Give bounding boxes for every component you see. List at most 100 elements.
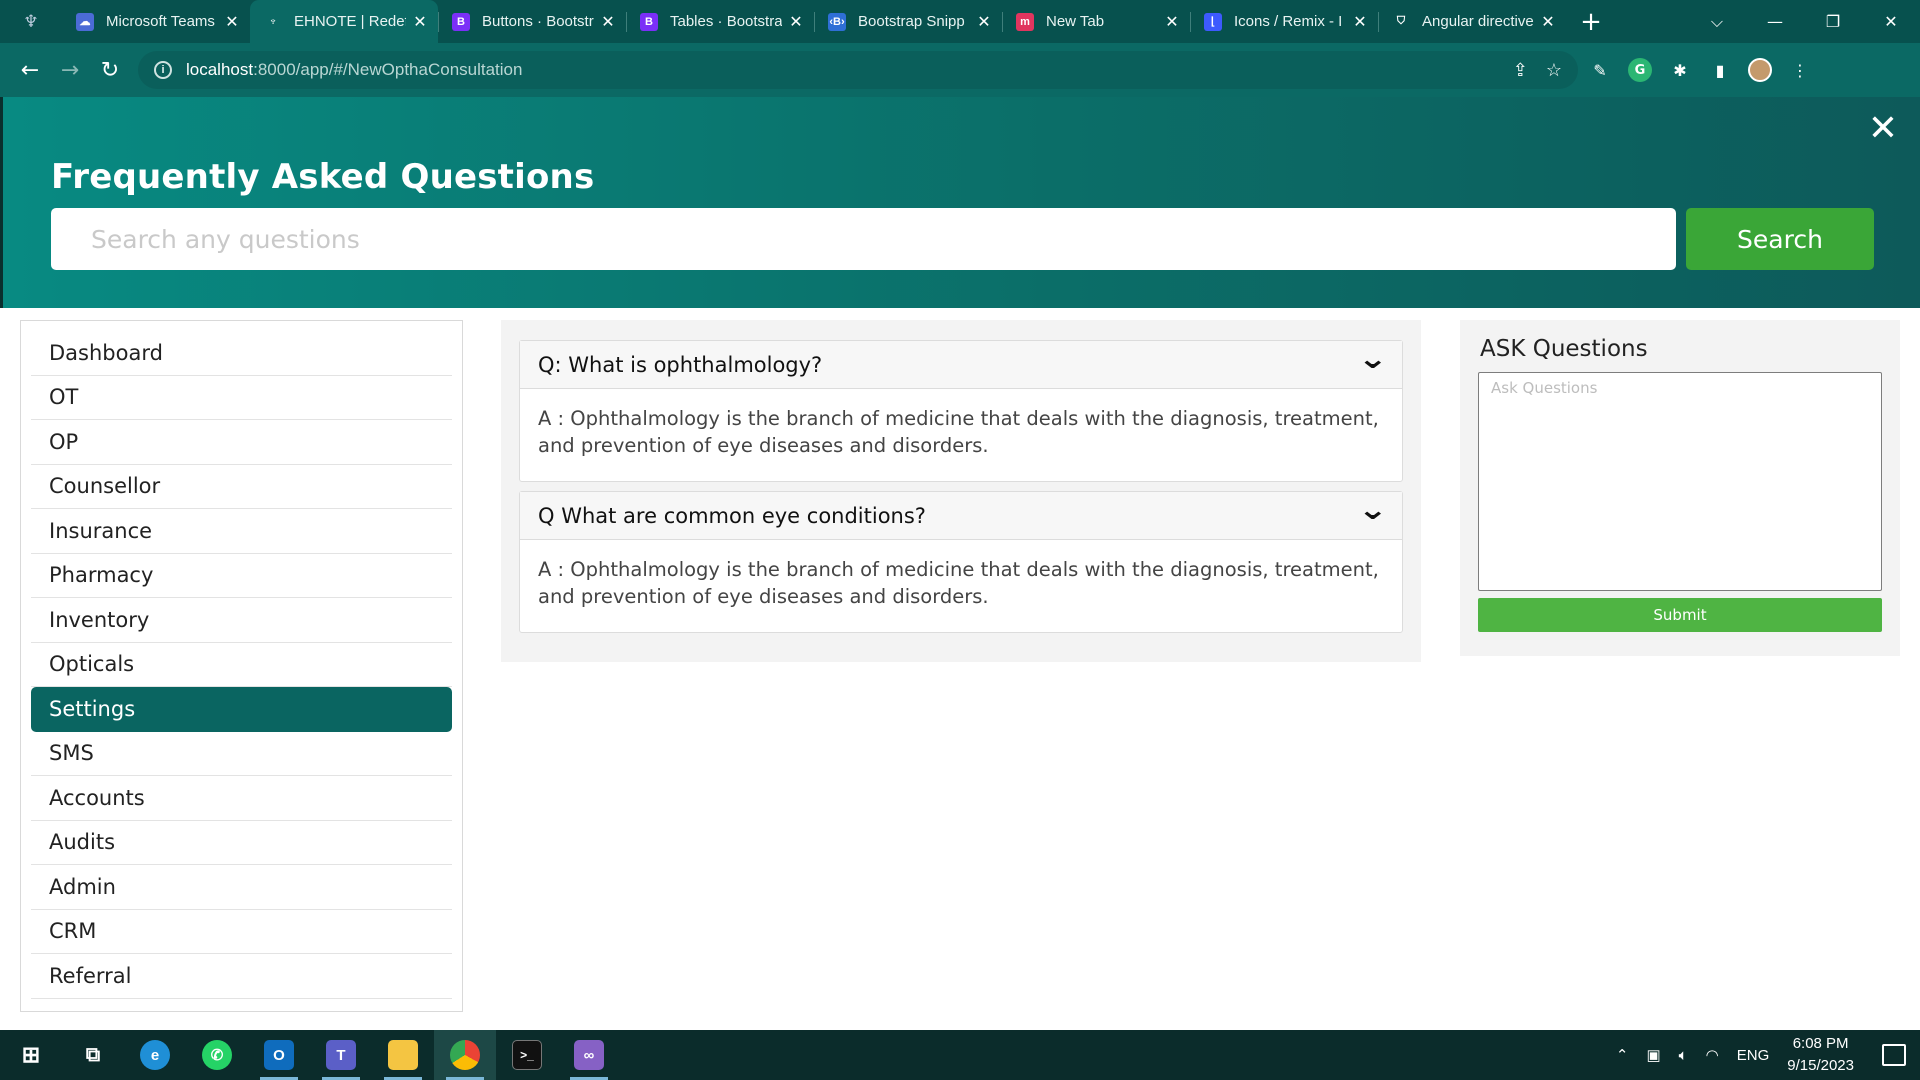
sidebar-item-pharmacy[interactable]: Pharmacy	[31, 554, 452, 598]
search-input[interactable]	[51, 208, 1676, 270]
sidebar-item-opticals[interactable]: Opticals	[31, 643, 452, 687]
browser-tab-title: Tables · Bootstra	[670, 13, 782, 30]
browser-tab[interactable]: ♆ EHNOTE | Redefi ✕	[250, 0, 438, 43]
grammarly-extension-icon[interactable]: G	[1628, 58, 1652, 82]
close-tab-icon[interactable]: ✕	[1164, 12, 1180, 31]
terminal-icon: >_	[512, 1040, 542, 1070]
browser-tab[interactable]: ⌊ Icons / Remix - I ✕	[1190, 0, 1378, 43]
submit-button[interactable]: Submit	[1478, 598, 1882, 632]
url-host: localhost	[186, 60, 254, 79]
task-view-icon: ⧉	[85, 1043, 101, 1066]
reload-button[interactable]: ↻	[90, 50, 130, 90]
browser-tab-title: Icons / Remix - I	[1234, 13, 1343, 30]
close-tab-icon[interactable]: ✕	[1540, 12, 1556, 31]
browser-tab[interactable]: ‹B› Bootstrap Snipp ✕	[814, 0, 1002, 43]
share-icon[interactable]: ⇪	[1513, 60, 1528, 81]
chevron-down-icon[interactable]: ⌄	[1357, 495, 1388, 523]
forward-button[interactable]: →	[50, 50, 90, 90]
taskbar-outlook[interactable]: O	[248, 1030, 310, 1080]
sidebar-item-counsellor[interactable]: Counsellor	[31, 465, 452, 509]
close-window-button[interactable]: ✕	[1862, 12, 1920, 31]
clock-date: 9/15/2023	[1787, 1057, 1854, 1074]
taskbar-edge[interactable]: e	[124, 1030, 186, 1080]
taskbar-visual-studio[interactable]: ∞	[558, 1030, 620, 1080]
sidebar-item-admin[interactable]: Admin	[31, 865, 452, 910]
sidebar-item-insurance[interactable]: Insurance	[31, 509, 452, 554]
edge-icon: e	[140, 1040, 170, 1070]
angular-icon: ⛉	[1396, 15, 1406, 27]
bookmark-star-icon[interactable]: ☆	[1546, 60, 1562, 81]
close-icon[interactable]: ✕	[1868, 111, 1898, 147]
close-tab-icon[interactable]: ✕	[600, 12, 616, 31]
wifi-icon[interactable]: ◠	[1706, 1046, 1719, 1064]
browser-tab-title: EHNOTE | Redefi	[294, 13, 406, 30]
sidebar-item-op[interactable]: OP	[31, 420, 452, 465]
browser-tab[interactable]: B Buttons · Bootstr ✕	[438, 0, 626, 43]
system-tray: ⌃ ▣ 🔈︎ ◠ ENG 6:08 PM 9/15/2023	[1616, 1033, 1920, 1077]
faq-header: ✕ Frequently Asked Questions Search	[0, 97, 1920, 308]
sidebar-item-sms[interactable]: SMS	[31, 732, 452, 776]
visual-studio-icon: ∞	[574, 1040, 604, 1070]
browser-toolbar: ← → ↻ i localhost:8000/app/#/NewOpthaCon…	[0, 43, 1920, 97]
sidebar-item-audits[interactable]: Audits	[31, 821, 452, 865]
browser-menu-icon[interactable]: ⋮	[1788, 58, 1812, 82]
sidebar-item-inventory[interactable]: Inventory	[31, 598, 452, 643]
side-panel-icon[interactable]: ▮	[1708, 58, 1732, 82]
browser-tab-strip: ♆ ☁ Microsoft Teams ✕ ♆ EHNOTE | Redefi ✕ B But…	[0, 0, 1920, 43]
taskbar-file-explorer[interactable]	[372, 1030, 434, 1080]
extensions-puzzle-icon[interactable]: ✱	[1668, 58, 1692, 82]
back-button[interactable]: ←	[10, 50, 50, 90]
teams-icon: ☁	[76, 12, 94, 31]
close-tab-icon[interactable]: ✕	[788, 12, 804, 31]
sidebar-item-accounts[interactable]: Accounts	[31, 776, 452, 821]
sidebar-item-ot[interactable]: OT	[31, 376, 452, 420]
search-button[interactable]: Search	[1686, 208, 1874, 270]
browser-tab[interactable]: m New Tab ✕	[1002, 0, 1190, 43]
faq-item: Q What are common eye conditions? ⌄ A : Op…	[519, 491, 1403, 633]
browser-tab-title: Buttons · Bootstr	[482, 13, 594, 30]
browser-tab[interactable]: ⛉ Angular directive ✕	[1378, 0, 1566, 43]
taskbar-teams[interactable]: T	[310, 1030, 372, 1080]
tab-search-icon[interactable]: ♆	[0, 0, 62, 43]
profile-avatar[interactable]	[1748, 58, 1772, 82]
taskbar-terminal[interactable]: >_	[496, 1030, 558, 1080]
sidebar-item-dashboard[interactable]: Dashboard	[31, 331, 452, 376]
browser-tab[interactable]: ☁ Microsoft Teams ✕	[62, 0, 250, 43]
faq-question-toggle[interactable]: Q What are common eye conditions? ⌄	[520, 492, 1402, 540]
browser-tab-title: Angular directive	[1422, 13, 1534, 30]
taskbar-whatsapp[interactable]: ✆	[186, 1030, 248, 1080]
taskbar-chrome[interactable]	[434, 1030, 496, 1080]
new-tab-button[interactable]: +	[1566, 0, 1616, 43]
tab-dropdown-icon[interactable]: ⌵	[1688, 12, 1746, 32]
notifications-icon[interactable]	[1882, 1044, 1906, 1066]
faq-item: Q: What is ophthalmology? ⌄ A : Ophthalmol…	[519, 340, 1403, 482]
tray-overflow-icon[interactable]: ⌃	[1616, 1046, 1629, 1064]
faq-answer: A : Ophthalmology is the branch of medic…	[538, 558, 1379, 608]
network-device-icon[interactable]: ▣	[1646, 1046, 1660, 1064]
task-view-button[interactable]: ⧉	[62, 1030, 124, 1080]
language-indicator[interactable]: ENG	[1737, 1047, 1770, 1064]
window-controls: ⌵ — ❐ ✕	[1688, 0, 1920, 43]
close-tab-icon[interactable]: ✕	[412, 12, 428, 31]
system-clock[interactable]: 6:08 PM 9/15/2023	[1787, 1033, 1854, 1077]
faq-question-toggle[interactable]: Q: What is ophthalmology? ⌄	[520, 341, 1402, 389]
close-tab-icon[interactable]: ✕	[976, 12, 992, 31]
chrome-icon	[450, 1040, 480, 1070]
ask-questions-textarea[interactable]	[1478, 372, 1882, 591]
close-tab-icon[interactable]: ✕	[224, 12, 240, 31]
clock-time: 6:08 PM	[1792, 1035, 1849, 1052]
restore-button[interactable]: ❐	[1804, 12, 1862, 31]
sidebar-item-referral[interactable]: Referral	[31, 954, 452, 999]
browser-tab[interactable]: B Tables · Bootstra ✕	[626, 0, 814, 43]
chevron-down-icon[interactable]: ⌄	[1357, 344, 1388, 372]
close-tab-icon[interactable]: ✕	[1352, 12, 1368, 31]
sidebar-item-crm[interactable]: CRM	[31, 910, 452, 954]
volume-icon[interactable]: 🔈︎	[1679, 1047, 1688, 1064]
start-button[interactable]: ⊞	[0, 1030, 62, 1080]
whatsapp-icon: ✆	[202, 1040, 232, 1070]
minimize-button[interactable]: —	[1746, 12, 1804, 31]
sidebar-item-settings[interactable]: Settings	[31, 687, 452, 732]
site-info-icon[interactable]: i	[154, 61, 172, 79]
address-bar[interactable]: i localhost:8000/app/#/NewOpthaConsultat…	[138, 51, 1578, 89]
eyedropper-extension-icon[interactable]: ✎	[1588, 58, 1612, 82]
